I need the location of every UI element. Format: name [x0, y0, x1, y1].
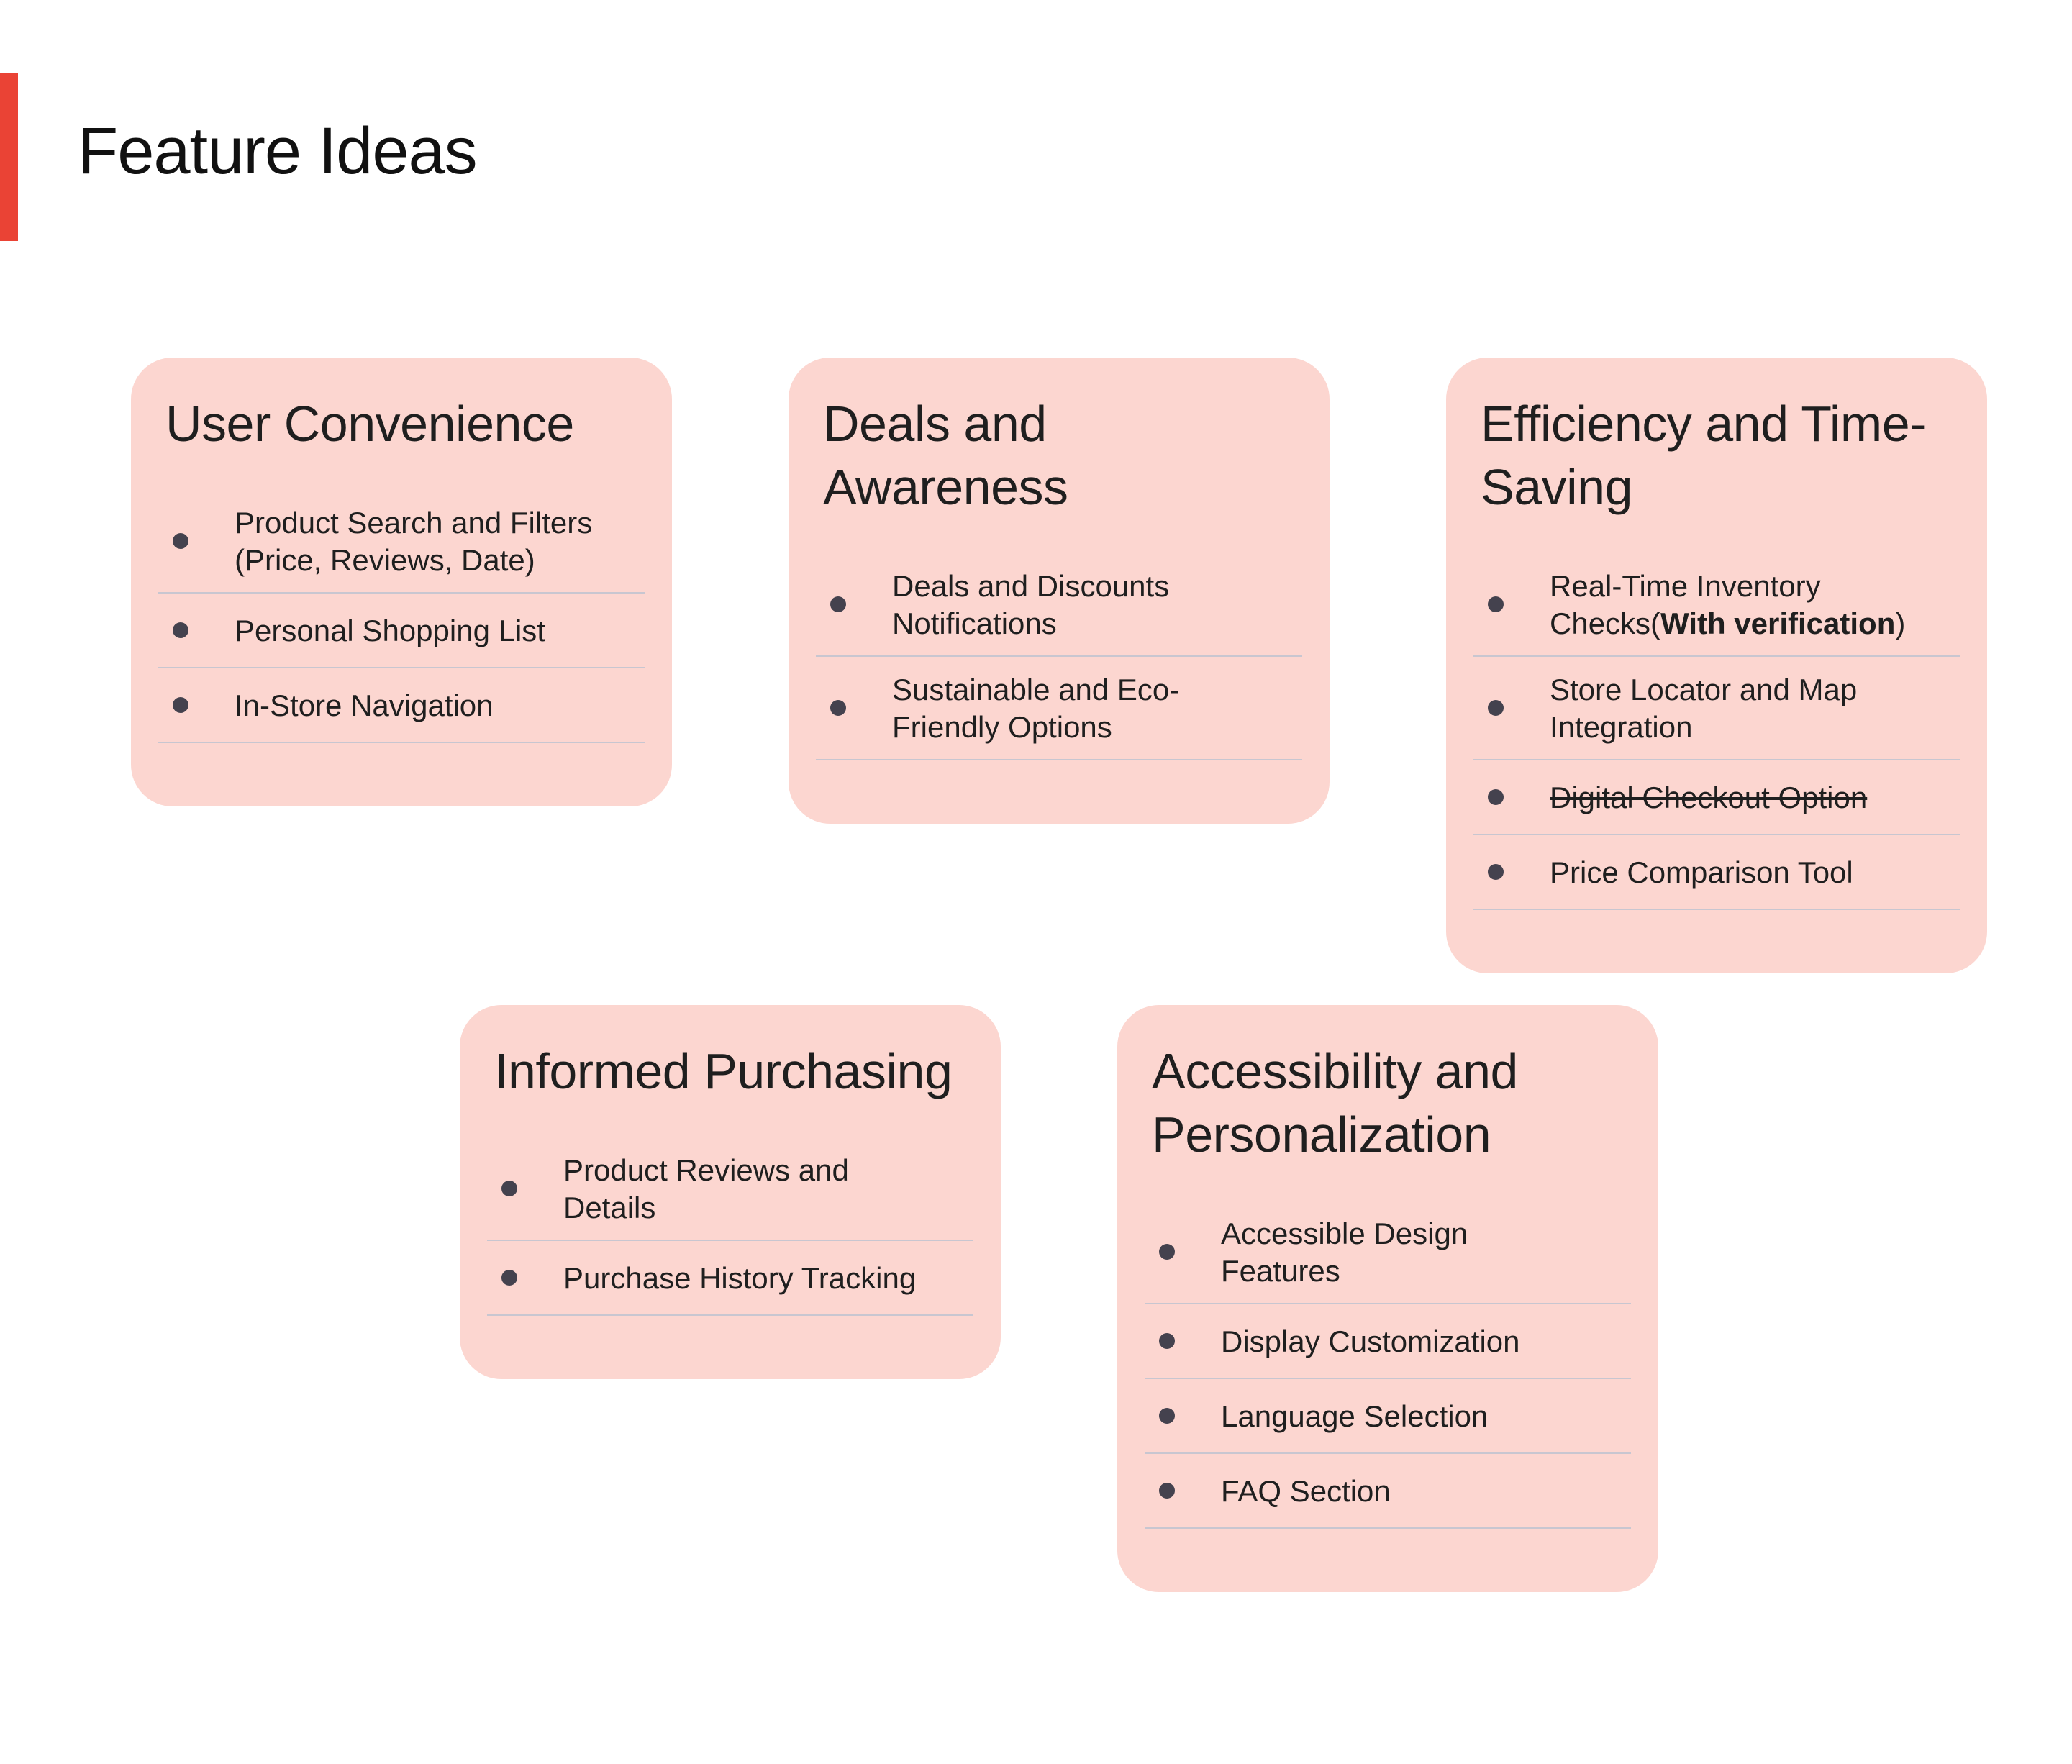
title-accent-bar — [0, 73, 18, 241]
item-text: Purchase History Tracking — [563, 1261, 917, 1295]
list-item: Digital Checkout Option — [1473, 760, 1960, 835]
list-item: Product Reviews and Details — [487, 1137, 973, 1241]
item-text: Accessible Design Features — [1221, 1217, 1468, 1288]
item-text: Product Search and Filters (Price, Revie… — [235, 506, 593, 577]
bullet-icon — [173, 533, 188, 549]
card-user-convenience: User Convenience Product Search and Filt… — [131, 358, 672, 806]
bullet-icon — [830, 700, 846, 716]
bullet-icon — [501, 1270, 517, 1286]
list-item: Language Selection — [1145, 1379, 1631, 1454]
feature-list: Accessible Design Features Display Custo… — [1145, 1201, 1631, 1529]
card-title: User Convenience — [165, 396, 574, 452]
bullet-icon — [1488, 596, 1504, 612]
item-text: Sustainable and Eco-Friendly Options — [892, 673, 1180, 744]
bullet-icon — [1159, 1483, 1175, 1499]
bullet-icon — [1488, 789, 1504, 805]
card-title: Informed Purchasing — [494, 1043, 953, 1099]
card-informed-purchasing: Informed Purchasing Product Reviews and … — [460, 1005, 1001, 1379]
bullet-icon — [173, 622, 188, 638]
card-title: Accessibility and Personalization — [1152, 1043, 1518, 1163]
bullet-icon — [501, 1181, 517, 1196]
list-item: Accessible Design Features — [1145, 1201, 1631, 1304]
bullet-icon — [1488, 864, 1504, 880]
card-efficiency-and-time-saving: Efficiency and Time-Saving Real-Time Inv… — [1446, 358, 1987, 973]
list-item: Real-Time Inventory Checks(With verifica… — [1473, 553, 1960, 657]
list-item: Product Search and Filters (Price, Revie… — [158, 490, 645, 594]
list-item: Store Locator and Map Integration — [1473, 657, 1960, 760]
item-text: Digital Checkout Option — [1550, 781, 1868, 814]
bullet-icon — [1159, 1408, 1175, 1424]
card-title: Deals and Awareness — [823, 396, 1068, 515]
bullet-icon — [173, 697, 188, 713]
list-item: Display Customization — [1145, 1304, 1631, 1379]
item-text: FAQ Section — [1221, 1474, 1391, 1508]
item-text: In-Store Navigation — [235, 688, 494, 722]
item-text-part: ) — [1895, 606, 1906, 640]
item-text: Product Reviews and Details — [563, 1153, 849, 1224]
item-text: Price Comparison Tool — [1550, 855, 1853, 889]
list-item: In-Store Navigation — [158, 668, 645, 743]
list-item: FAQ Section — [1145, 1454, 1631, 1529]
item-text: Store Locator and Map Integration — [1550, 673, 1858, 744]
feature-list: Product Search and Filters (Price, Revie… — [158, 490, 645, 743]
list-item: Price Comparison Tool — [1473, 835, 1960, 910]
item-text-bold: With verification — [1660, 606, 1896, 640]
feature-list: Deals and Discounts Notifications Sustai… — [816, 553, 1302, 760]
list-item: Purchase History Tracking — [487, 1241, 973, 1316]
bullet-icon — [1159, 1244, 1175, 1260]
feature-list: Product Reviews and Details Purchase His… — [487, 1137, 973, 1316]
list-item: Sustainable and Eco-Friendly Options — [816, 657, 1302, 760]
item-text: Personal Shopping List — [235, 614, 545, 647]
bullet-icon — [830, 596, 846, 612]
item-text: Real-Time Inventory Checks(With verifica… — [1550, 568, 1953, 642]
item-text: Language Selection — [1221, 1399, 1489, 1433]
list-item: Deals and Discounts Notifications — [816, 553, 1302, 657]
feature-list: Real-Time Inventory Checks(With verifica… — [1473, 553, 1960, 910]
bullet-icon — [1488, 700, 1504, 716]
bullet-icon — [1159, 1333, 1175, 1349]
card-accessibility-and-personalization: Accessibility and Personalization Access… — [1117, 1005, 1658, 1592]
card-title: Efficiency and Time-Saving — [1481, 396, 1926, 515]
item-text: Deals and Discounts Notifications — [892, 569, 1170, 640]
page-title: Feature Ideas — [78, 114, 478, 188]
card-deals-and-awareness: Deals and Awareness Deals and Discounts … — [789, 358, 1330, 824]
list-item: Personal Shopping List — [158, 594, 645, 668]
item-text: Display Customization — [1221, 1324, 1520, 1358]
